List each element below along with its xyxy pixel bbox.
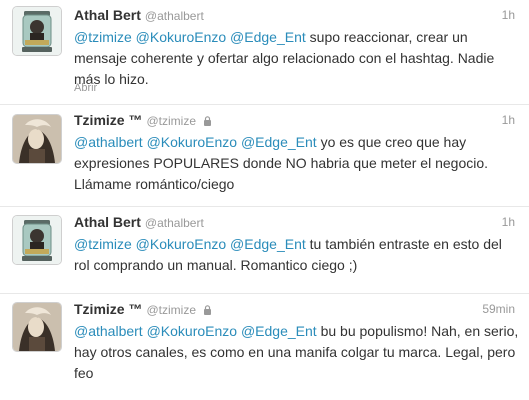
mention-link[interactable]: @KokuroEnzo <box>147 323 237 339</box>
mention-link[interactable]: @Edge_Ent <box>230 236 306 252</box>
tweet-text: @tzimize @KokuroEnzo @Edge_Ent supo reac… <box>74 27 519 90</box>
mention-link[interactable]: @KokuroEnzo <box>147 134 237 150</box>
timestamp[interactable]: 1h <box>502 213 515 231</box>
avatar[interactable] <box>12 6 62 56</box>
mention-link[interactable]: @tzimize <box>74 236 132 252</box>
avatar[interactable] <box>12 215 62 265</box>
mention-link[interactable]: @athalbert <box>74 134 143 150</box>
avatar[interactable] <box>12 114 62 164</box>
author-handle[interactable]: @tzimize <box>146 303 196 317</box>
author-name[interactable]: Tzimize ™ <box>74 112 142 128</box>
tweet-header: Tzimize ™ @tzimize 59min <box>74 300 515 318</box>
tweet-item[interactable]: Tzimize ™ @tzimize 59min @athalbert @Koku… <box>0 294 529 400</box>
tweet-header: Athal Bert @athalbert 1h <box>74 213 515 231</box>
timestamp[interactable]: 59min <box>482 300 515 318</box>
author-handle[interactable]: @tzimize <box>146 114 196 128</box>
timestamp[interactable]: 1h <box>502 111 515 129</box>
author-handle[interactable]: @athalbert <box>145 9 204 23</box>
tweet-header: Tzimize ™ @tzimize 1h <box>74 111 515 129</box>
mention-link[interactable]: @KokuroEnzo <box>136 236 226 252</box>
author-name[interactable]: Tzimize ™ <box>74 301 142 317</box>
mention-link[interactable]: @Edge_Ent <box>241 134 317 150</box>
tweet-text: @athalbert @KokuroEnzo @Edge_Ent bu bu p… <box>74 321 519 384</box>
tweet-header: Athal Bert @athalbert 1h <box>74 6 515 24</box>
mention-link[interactable]: @tzimize <box>74 29 132 45</box>
lock-icon <box>203 302 212 320</box>
tweet-item[interactable]: Tzimize ™ @tzimize 1h @athalbert @KokuroE… <box>0 105 529 207</box>
mention-link[interactable]: @KokuroEnzo <box>136 29 226 45</box>
open-tweet-link[interactable]: Abrir <box>74 82 97 94</box>
lock-icon <box>203 113 212 131</box>
author-name[interactable]: Athal Bert <box>74 214 141 230</box>
timestamp[interactable]: 1h <box>502 6 515 24</box>
tweet-item[interactable]: Athal Bert @athalbert 1h @tzimize @Kokuro… <box>0 207 529 294</box>
author-handle[interactable]: @athalbert <box>145 216 204 230</box>
mention-link[interactable]: @athalbert <box>74 323 143 339</box>
mention-link[interactable]: @Edge_Ent <box>241 323 317 339</box>
tweet-text: @athalbert @KokuroEnzo @Edge_Ent yo es q… <box>74 132 519 195</box>
mention-link[interactable]: @Edge_Ent <box>230 29 306 45</box>
avatar[interactable] <box>12 302 62 352</box>
author-name[interactable]: Athal Bert <box>74 7 141 23</box>
tweet-text: @tzimize @KokuroEnzo @Edge_Ent tu tambié… <box>74 234 519 276</box>
tweet-item[interactable]: Athal Bert @athalbert 1h @tzimize @Kokuro… <box>0 0 529 105</box>
